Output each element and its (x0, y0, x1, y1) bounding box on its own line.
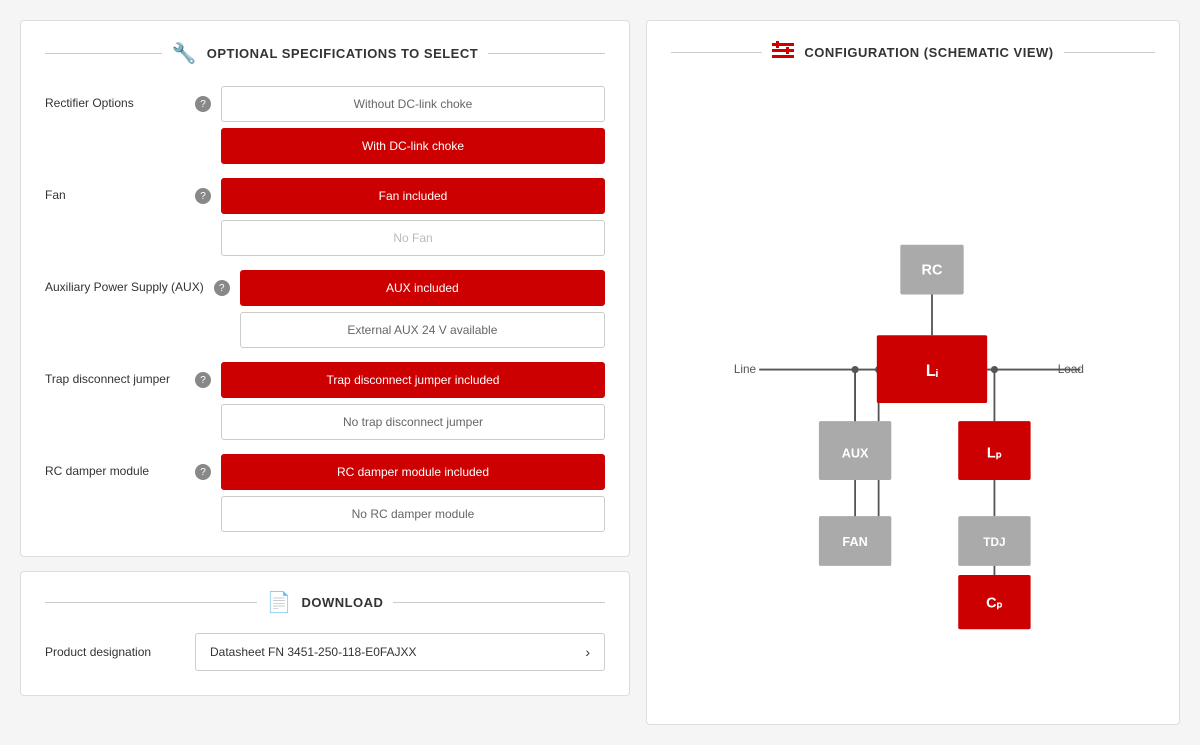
aux-btn-included[interactable]: AUX included (240, 270, 605, 306)
main-container: 🔧 OPTIONAL SPECIFICATIONS TO SELECT Rect… (0, 0, 1200, 745)
product-designation-label: Product designation (45, 645, 185, 659)
fan-row: Fan ? Fan included No Fan (45, 178, 605, 256)
rectifier-row: Rectifier Options ? Without DC-link chok… (45, 86, 605, 164)
fan-btn-included[interactable]: Fan included (221, 178, 605, 214)
options-grid: Rectifier Options ? Without DC-link chok… (45, 86, 605, 532)
rc-box-label: RC (922, 263, 943, 279)
schematic-header: CONFIGURATION (SCHEMATIC VIEW) (671, 41, 1155, 64)
wrench-icon: 🔧 (172, 41, 197, 66)
rc-buttons: RC damper module included No RC damper m… (221, 454, 605, 532)
fan-label: Fan (45, 178, 185, 202)
rectifier-btn-with[interactable]: With DC-link choke (221, 128, 605, 164)
right-panel: CONFIGURATION (SCHEMATIC VIEW) Line Load (646, 20, 1180, 725)
rectifier-label: Rectifier Options (45, 86, 185, 110)
trap-btn-included[interactable]: Trap disconnect jumper included (221, 362, 605, 398)
aux-row: Auxiliary Power Supply (AUX) ? AUX inclu… (45, 270, 605, 348)
aux-help-icon[interactable]: ? (214, 280, 230, 296)
line-label: Line (734, 363, 757, 376)
datasheet-download-button[interactable]: Datasheet FN 3451-250-118-E0FAJXX › (195, 633, 605, 671)
schematic-title: CONFIGURATION (SCHEMATIC VIEW) (804, 45, 1053, 60)
left-panel: 🔧 OPTIONAL SPECIFICATIONS TO SELECT Rect… (20, 20, 630, 725)
schematic-settings-icon (772, 41, 794, 64)
arrow-icon: › (585, 644, 590, 660)
rc-btn-included[interactable]: RC damper module included (221, 454, 605, 490)
rc-row: RC damper module ? RC damper module incl… (45, 454, 605, 532)
li-box-label: Lᵢ (926, 362, 938, 380)
download-card: 📄 DOWNLOAD Product designation Datasheet… (20, 571, 630, 696)
trap-buttons: Trap disconnect jumper included No trap … (221, 362, 605, 440)
trap-btn-none[interactable]: No trap disconnect jumper (221, 404, 605, 440)
fan-box-label: FAN (842, 535, 867, 549)
download-doc-icon: 📄 (267, 590, 292, 615)
ct-box-label: Cₚ (986, 596, 1003, 612)
rectifier-btn-without[interactable]: Without DC-link choke (221, 86, 605, 122)
options-card: 🔧 OPTIONAL SPECIFICATIONS TO SELECT Rect… (20, 20, 630, 557)
schematic-area: Line Load RC (671, 84, 1155, 704)
datasheet-label: Datasheet FN 3451-250-118-E0FAJXX (210, 645, 417, 659)
schematic-svg: Line Load RC (723, 134, 1103, 654)
lt-box-label: Lₚ (987, 445, 1002, 461)
rectifier-buttons: Without DC-link choke With DC-link choke (221, 86, 605, 164)
fan-btn-none[interactable]: No Fan (221, 220, 605, 256)
trap-row: Trap disconnect jumper ? Trap disconnect… (45, 362, 605, 440)
aux-buttons: AUX included External AUX 24 V available (240, 270, 605, 348)
fan-help-icon[interactable]: ? (195, 188, 211, 204)
load-label: Load (1058, 363, 1084, 376)
rectifier-help-icon[interactable]: ? (195, 96, 211, 112)
download-header: 📄 DOWNLOAD (45, 590, 605, 615)
rc-btn-none[interactable]: No RC damper module (221, 496, 605, 532)
trap-help-icon[interactable]: ? (195, 372, 211, 388)
options-title: OPTIONAL SPECIFICATIONS TO SELECT (207, 46, 478, 61)
aux-btn-external[interactable]: External AUX 24 V available (240, 312, 605, 348)
fan-buttons: Fan included No Fan (221, 178, 605, 256)
aux-label: Auxiliary Power Supply (AUX) (45, 270, 204, 294)
options-header: 🔧 OPTIONAL SPECIFICATIONS TO SELECT (45, 41, 605, 66)
aux-box-label: AUX (842, 446, 869, 460)
tdj-box-label: TDJ (983, 536, 1005, 549)
trap-label: Trap disconnect jumper (45, 362, 185, 386)
download-row: Product designation Datasheet FN 3451-25… (45, 633, 605, 671)
rc-label: RC damper module (45, 454, 185, 478)
download-title: DOWNLOAD (301, 595, 383, 610)
rc-help-icon[interactable]: ? (195, 464, 211, 480)
